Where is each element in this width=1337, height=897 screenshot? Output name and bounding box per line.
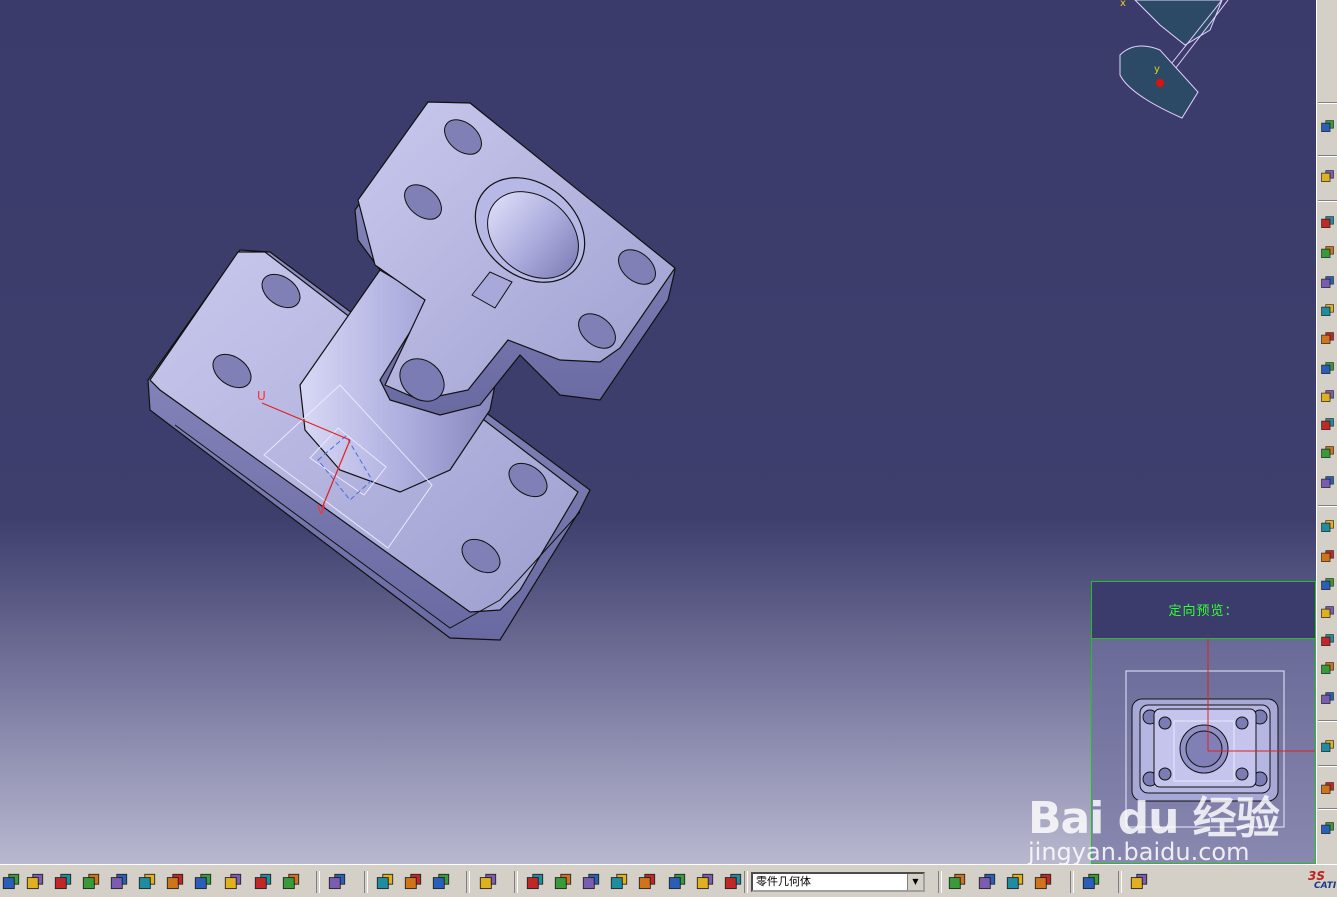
capture-icon[interactable]: [430, 871, 452, 893]
stiffener-icon[interactable]: [1319, 416, 1336, 433]
thickness-icon[interactable]: [1319, 632, 1336, 649]
preview-v-label: V: [1204, 639, 1212, 642]
compass-y-label: y: [1154, 64, 1160, 75]
pan-icon[interactable]: [24, 871, 46, 893]
swap-space-icon[interactable]: [280, 871, 302, 893]
shading-icon[interactable]: [222, 871, 244, 893]
toolbar-separator: [1318, 102, 1337, 104]
apply-material-icon[interactable]: [1032, 871, 1054, 893]
rotate-icon[interactable]: [52, 871, 74, 893]
pocket-icon[interactable]: [1319, 244, 1336, 261]
3d-viewport[interactable]: U V x y 定向预览： Bai du 经验 jingyan.baidu.co…: [0, 0, 1316, 864]
pattern-icon[interactable]: [1319, 780, 1336, 797]
select-icon[interactable]: [1319, 118, 1336, 135]
toolbar-separator: [364, 871, 368, 893]
toolbar-separator: [938, 871, 942, 893]
iso-view-icon[interactable]: [192, 871, 214, 893]
draft-analysis-icon[interactable]: [946, 871, 968, 893]
shaft-icon[interactable]: [1319, 274, 1336, 291]
scan-icon[interactable]: [694, 871, 716, 893]
measure-between-icon[interactable]: [326, 871, 348, 893]
u-axis-label: U: [257, 389, 266, 403]
toolbar-separator: [466, 871, 470, 893]
toolbar-separator: [1318, 505, 1337, 507]
remove-loft-icon[interactable]: [1319, 474, 1336, 491]
preview-header: 定向预览：: [1092, 582, 1315, 639]
thickness-analysis-icon[interactable]: [1004, 871, 1026, 893]
toolbar-separator: [1318, 720, 1337, 722]
baidu-watermark-url: jingyan.baidu.com: [1028, 838, 1250, 864]
create-body-icon[interactable]: [608, 871, 630, 893]
groove-icon[interactable]: [1319, 302, 1336, 319]
curvature-icon[interactable]: [976, 871, 998, 893]
zoom-out-icon[interactable]: [108, 871, 130, 893]
preview-title: 定向预览：: [1168, 604, 1239, 619]
chamfer-icon[interactable]: [1319, 548, 1336, 565]
table-icon[interactable]: [580, 871, 602, 893]
baidu-watermark-logo: Bai du 经验: [1028, 793, 1280, 844]
pad-icon[interactable]: [1319, 214, 1336, 231]
geometry-selector[interactable]: 零件几何体 ▼: [751, 872, 925, 892]
constraint-icon[interactable]: [524, 871, 546, 893]
bottom-toolbar: 零件几何体 ▼ CATI 3S: [0, 864, 1337, 897]
toolbar-separator: [1318, 200, 1337, 202]
fit-all-icon[interactable]: [0, 871, 22, 893]
boolean-icon[interactable]: [1319, 820, 1336, 837]
compass-icon[interactable]: x y: [1119, 0, 1229, 119]
compass-x-label: x: [1120, 0, 1126, 9]
measure-inertia-icon[interactable]: [402, 871, 424, 893]
mirror-icon[interactable]: [1319, 738, 1336, 755]
right-toolbar: [1316, 0, 1337, 864]
boolean-body-icon[interactable]: [636, 871, 658, 893]
axis-system-icon[interactable]: [552, 871, 574, 893]
sketch-icon[interactable]: [1319, 168, 1336, 185]
toolbar-separator: [744, 871, 748, 893]
toolbar-separator: [1118, 871, 1122, 893]
draft-icon[interactable]: [1319, 576, 1336, 593]
analysis-icon[interactable]: [722, 871, 744, 893]
thread-icon[interactable]: [1319, 660, 1336, 677]
chevron-down-icon[interactable]: ▼: [907, 874, 923, 890]
slot-icon[interactable]: [1319, 388, 1336, 405]
normal-view-icon[interactable]: [136, 871, 158, 893]
hide-show-icon[interactable]: [252, 871, 274, 893]
catalog-icon[interactable]: [1080, 871, 1102, 893]
measure-item-icon[interactable]: [374, 871, 396, 893]
loft-icon[interactable]: [1319, 444, 1336, 461]
toolbar-separator: [1318, 765, 1337, 767]
upper-flange: [354, 101, 676, 416]
toolbar-separator: [316, 871, 320, 893]
parameters-icon[interactable]: [666, 871, 688, 893]
v-axis-label: V: [317, 503, 326, 517]
zoom-in-icon[interactable]: [80, 871, 102, 893]
toolbar-separator: [1318, 808, 1337, 810]
toolbar-separator: [1318, 155, 1337, 157]
rib-icon[interactable]: [1319, 360, 1336, 377]
shell-icon[interactable]: [1319, 604, 1336, 621]
toolbar-separator: [514, 871, 518, 893]
publication-icon[interactable]: [1128, 871, 1150, 893]
fillet-icon[interactable]: [1319, 518, 1336, 535]
update-icon[interactable]: [477, 871, 499, 893]
geometry-selector-value: 零件几何体: [756, 875, 811, 888]
translate-icon[interactable]: [1319, 690, 1336, 707]
hole-icon[interactable]: [1319, 330, 1336, 347]
toolbar-separator: [1070, 871, 1074, 893]
multi-view-icon[interactable]: [164, 871, 186, 893]
